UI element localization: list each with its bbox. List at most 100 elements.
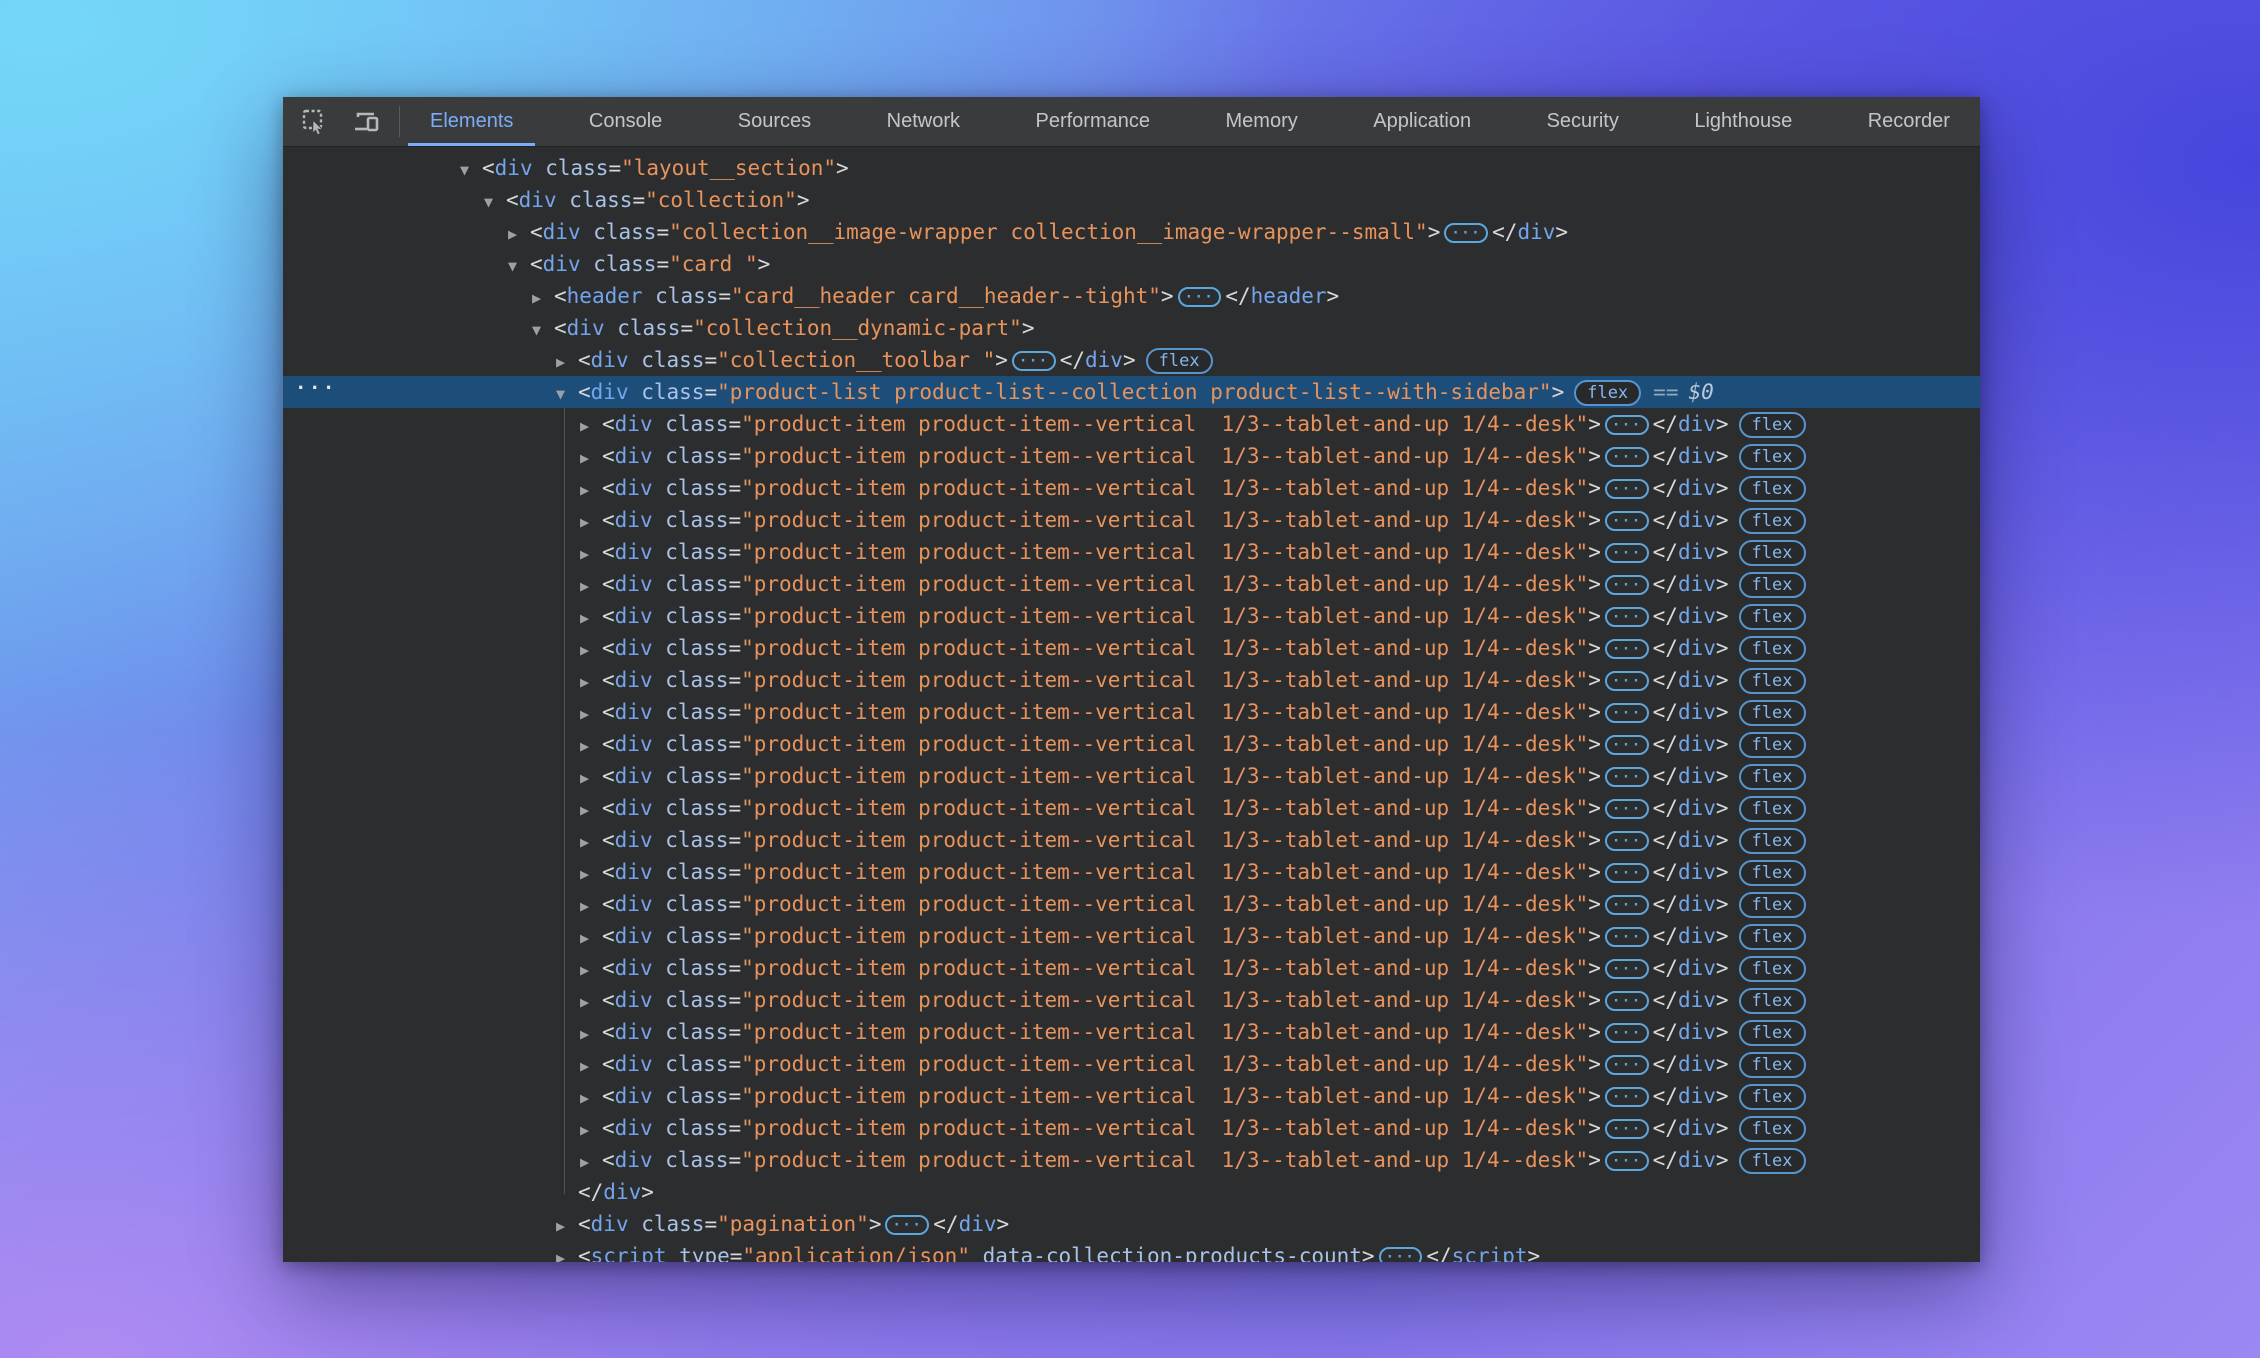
expand-arrow-icon[interactable]: ▶ xyxy=(580,794,602,826)
tab-recorder[interactable]: Recorder xyxy=(1846,97,1972,146)
tab-performance[interactable]: Performance xyxy=(1014,97,1173,146)
tree-row[interactable]: </div> xyxy=(283,1176,1980,1208)
expand-children-button[interactable]: ··· xyxy=(1379,1247,1423,1262)
expand-children-button[interactable]: ··· xyxy=(1605,831,1649,851)
expand-children-button[interactable]: ··· xyxy=(1605,415,1649,435)
flex-badge[interactable]: flex xyxy=(1739,1148,1806,1174)
inspect-icon[interactable] xyxy=(297,104,333,140)
flex-badge[interactable]: flex xyxy=(1739,572,1806,598)
expand-children-button[interactable]: ··· xyxy=(1605,639,1649,659)
expand-arrow-icon[interactable]: ▶ xyxy=(580,698,602,730)
expand-arrow-icon[interactable]: ▶ xyxy=(580,474,602,506)
expand-children-button[interactable]: ··· xyxy=(1178,287,1222,307)
expand-children-button[interactable]: ··· xyxy=(1605,1119,1649,1139)
expand-children-button[interactable]: ··· xyxy=(1444,223,1488,243)
device-toolbar-icon[interactable] xyxy=(349,104,385,140)
expand-arrow-icon[interactable]: ▼ xyxy=(556,378,578,410)
flex-badge[interactable]: flex xyxy=(1739,764,1806,790)
expand-children-button[interactable]: ··· xyxy=(1605,447,1649,467)
tab-network[interactable]: Network xyxy=(865,97,982,146)
tree-row[interactable]: ▶<div class="product-item product-item--… xyxy=(283,760,1980,792)
tree-row-selected[interactable]: ···▼<div class="product-list product-lis… xyxy=(283,376,1980,408)
expand-arrow-icon[interactable]: ▶ xyxy=(580,954,602,986)
expand-arrow-icon[interactable]: ▶ xyxy=(580,570,602,602)
expand-children-button[interactable]: ··· xyxy=(1605,607,1649,627)
tree-row[interactable]: ▶<div class="product-item product-item--… xyxy=(283,472,1980,504)
expand-arrow-icon[interactable]: ▶ xyxy=(556,1242,578,1262)
tree-row[interactable]: ▶<div class="product-item product-item--… xyxy=(283,632,1980,664)
tree-row[interactable]: ▶<div class="product-item product-item--… xyxy=(283,856,1980,888)
expand-children-button[interactable]: ··· xyxy=(1605,767,1649,787)
tree-row[interactable]: ▶<div class="product-item product-item--… xyxy=(283,1048,1980,1080)
tree-row[interactable]: ▶<div class="product-item product-item--… xyxy=(283,888,1980,920)
tree-row[interactable]: ▶<header class="card__header card__heade… xyxy=(283,280,1980,312)
tree-row[interactable]: ▼<div class="collection"> xyxy=(283,184,1980,216)
flex-badge[interactable]: flex xyxy=(1739,1020,1806,1046)
tab-sources[interactable]: Sources xyxy=(716,97,833,146)
flex-badge[interactable]: flex xyxy=(1739,636,1806,662)
expand-children-button[interactable]: ··· xyxy=(1605,703,1649,723)
expand-children-button[interactable]: ··· xyxy=(1605,959,1649,979)
expand-children-button[interactable]: ··· xyxy=(1605,895,1649,915)
tab-security[interactable]: Security xyxy=(1525,97,1641,146)
expand-children-button[interactable]: ··· xyxy=(1605,1151,1649,1171)
expand-children-button[interactable]: ··· xyxy=(1605,1055,1649,1075)
expand-arrow-icon[interactable]: ▶ xyxy=(556,1210,578,1242)
tree-row[interactable]: ▶<div class="product-item product-item--… xyxy=(283,952,1980,984)
flex-badge[interactable]: flex xyxy=(1739,956,1806,982)
flex-badge[interactable]: flex xyxy=(1739,412,1806,438)
flex-badge[interactable]: flex xyxy=(1739,508,1806,534)
flex-badge[interactable]: flex xyxy=(1739,828,1806,854)
flex-badge[interactable]: flex xyxy=(1739,604,1806,630)
expand-arrow-icon[interactable]: ▼ xyxy=(484,186,506,218)
expand-arrow-icon[interactable]: ▶ xyxy=(580,1146,602,1178)
tree-row[interactable]: ▼<div class="card "> xyxy=(283,248,1980,280)
expand-children-button[interactable]: ··· xyxy=(1605,735,1649,755)
tree-row[interactable]: ▶<div class="product-item product-item--… xyxy=(283,1016,1980,1048)
expand-children-button[interactable]: ··· xyxy=(1012,351,1056,371)
tab-elements[interactable]: Elements xyxy=(408,97,535,146)
tree-row[interactable]: ▶<div class="pagination">···</div> xyxy=(283,1208,1980,1240)
tree-row[interactable]: ▶<div class="product-item product-item--… xyxy=(283,664,1980,696)
tree-row[interactable]: ▶<div class="product-item product-item--… xyxy=(283,824,1980,856)
expand-arrow-icon[interactable]: ▶ xyxy=(580,538,602,570)
tree-row[interactable]: ▶<script type="application/json" data-co… xyxy=(283,1240,1980,1262)
tree-row[interactable]: ▶<div class="product-item product-item--… xyxy=(283,728,1980,760)
flex-badge[interactable]: flex xyxy=(1574,380,1641,406)
expand-children-button[interactable]: ··· xyxy=(1605,991,1649,1011)
expand-arrow-icon[interactable]: ▶ xyxy=(580,858,602,890)
expand-children-button[interactable]: ··· xyxy=(1605,575,1649,595)
expand-children-button[interactable]: ··· xyxy=(1605,479,1649,499)
row-actions-dots-icon[interactable]: ··· xyxy=(295,372,337,404)
elements-tree[interactable]: ▼<div class="layout__section">▼<div clas… xyxy=(283,147,1980,1262)
flex-badge[interactable]: flex xyxy=(1739,892,1806,918)
expand-arrow-icon[interactable]: ▶ xyxy=(580,634,602,666)
flex-badge[interactable]: flex xyxy=(1739,1084,1806,1110)
expand-children-button[interactable]: ··· xyxy=(1605,799,1649,819)
tree-row[interactable]: ▶<div class="collection__image-wrapper c… xyxy=(283,216,1980,248)
tree-row[interactable]: ▶<div class="product-item product-item--… xyxy=(283,568,1980,600)
expand-arrow-icon[interactable]: ▶ xyxy=(580,410,602,442)
tree-row[interactable]: ▶<div class="product-item product-item--… xyxy=(283,536,1980,568)
expand-arrow-icon[interactable]: ▶ xyxy=(580,506,602,538)
tree-row[interactable]: ▶<div class="product-item product-item--… xyxy=(283,920,1980,952)
flex-badge[interactable]: flex xyxy=(1146,348,1213,374)
expand-arrow-icon[interactable]: ▼ xyxy=(460,154,482,186)
expand-arrow-icon[interactable]: ▶ xyxy=(580,666,602,698)
flex-badge[interactable]: flex xyxy=(1739,924,1806,950)
tree-row[interactable]: ▶<div class="product-item product-item--… xyxy=(283,696,1980,728)
expand-children-button[interactable]: ··· xyxy=(1605,543,1649,563)
flex-badge[interactable]: flex xyxy=(1739,1052,1806,1078)
expand-children-button[interactable]: ··· xyxy=(1605,1087,1649,1107)
expand-arrow-icon[interactable]: ▶ xyxy=(580,986,602,1018)
tab-memory[interactable]: Memory xyxy=(1204,97,1320,146)
expand-children-button[interactable]: ··· xyxy=(1605,671,1649,691)
expand-arrow-icon[interactable]: ▶ xyxy=(580,442,602,474)
tree-row[interactable]: ▶<div class="product-item product-item--… xyxy=(283,792,1980,824)
flex-badge[interactable]: flex xyxy=(1739,988,1806,1014)
tree-row[interactable]: ▶<div class="product-item product-item--… xyxy=(283,408,1980,440)
tree-row[interactable]: ▶<div class="product-item product-item--… xyxy=(283,600,1980,632)
flex-badge[interactable]: flex xyxy=(1739,860,1806,886)
expand-children-button[interactable]: ··· xyxy=(1605,927,1649,947)
tree-row[interactable]: ▶<div class="product-item product-item--… xyxy=(283,1080,1980,1112)
